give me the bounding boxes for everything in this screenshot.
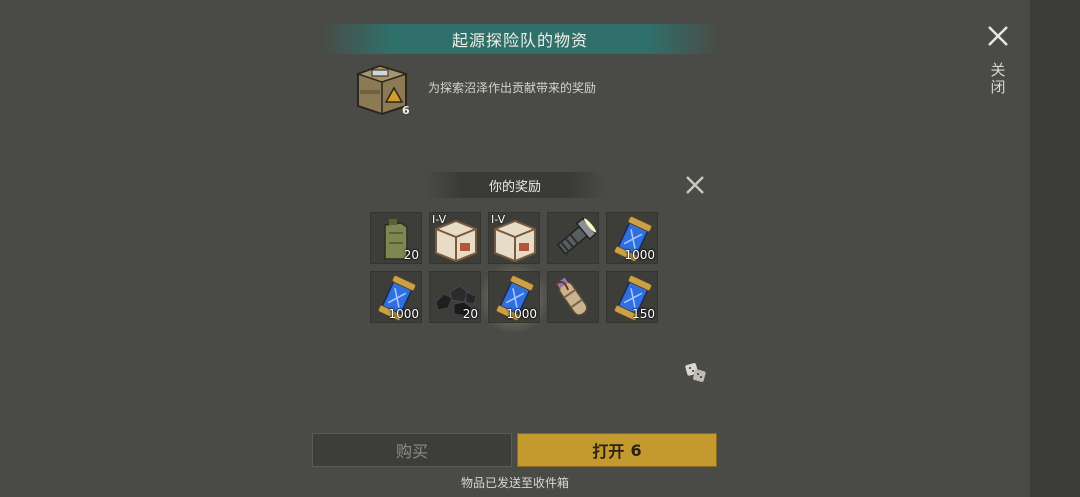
reward-quantity: 1000 [506,307,537,321]
close-icon[interactable] [986,24,1010,48]
open-button-label: 打开 [592,442,625,461]
reward-quantity: 1000 [624,248,655,262]
flashlight-icon [556,217,597,255]
reward-quantity: 150 [632,307,655,321]
crate-description: 为探索沼泽作出贡献带来的奖励 [428,81,597,95]
buy-button[interactable]: 购买 [312,433,512,467]
reward-quantity: 1000 [388,307,419,321]
reward-slot-flashlight[interactable] [547,212,599,264]
reward-quantity: 20 [403,248,419,262]
reward-slot-blue-capsule[interactable]: 1000 [370,271,422,323]
crate-count-badge: 6 [402,104,410,117]
reward-slot-white-crate[interactable]: I-V [488,212,540,264]
reward-slot-coal[interactable]: 20 [429,271,481,323]
reward-slot-blue-capsule[interactable]: 150 [606,271,658,323]
page-title: 起源探险队的物资 [322,24,718,54]
close-label[interactable]: 关闭 [989,62,1007,96]
rewards-title: 你的奖励 [425,172,605,198]
open-button-count: 6 [630,440,642,460]
dice-icon[interactable] [684,360,708,384]
reward-tier: I-V [432,213,447,226]
reward-slot-jerrycan[interactable]: 20 [370,212,422,264]
reward-slot-blue-capsule[interactable]: 1000 [606,212,658,264]
reward-slot-white-crate[interactable]: I-V [429,212,481,264]
reward-slot-scroll-pouch[interactable] [547,271,599,323]
open-button[interactable]: 打开 6 [517,433,717,467]
inbox-notice: 物品已发送至收件箱 [460,476,569,490]
close-rewards-icon[interactable] [684,174,706,196]
right-side-panel [1030,0,1080,497]
scroll-pouch-icon [555,277,588,316]
reward-slot-blue-capsule[interactable]: 1000 [488,271,540,323]
reward-quantity: 20 [462,307,478,321]
reward-tier: I-V [491,213,506,226]
